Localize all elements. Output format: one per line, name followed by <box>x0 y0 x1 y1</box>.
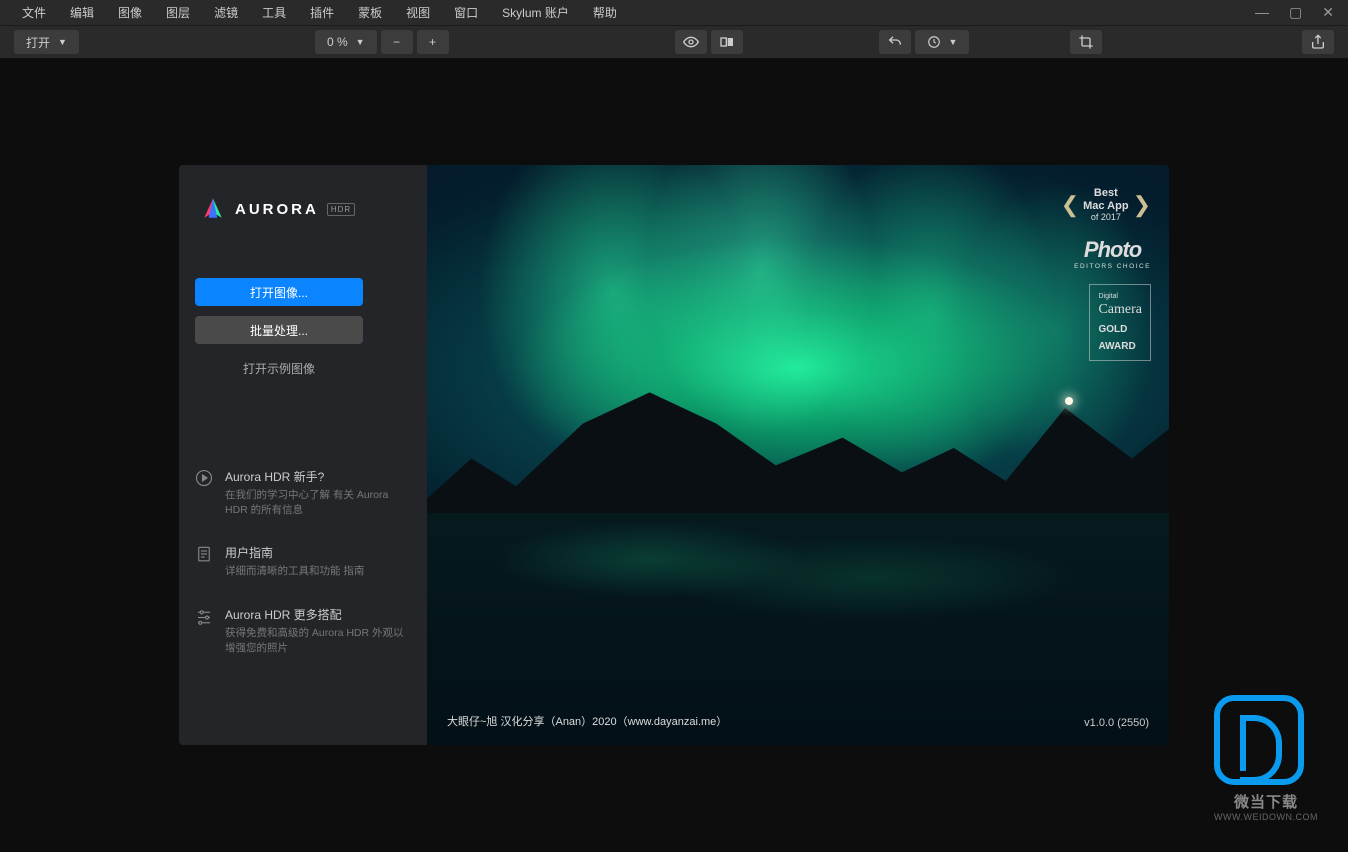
open-dropdown[interactable]: 打开 ▼ <box>14 30 79 54</box>
welcome-hero: ❮ Best Mac App of 2017 ❯ Photo EDITORS C… <box>427 165 1169 745</box>
compare-icon <box>719 34 735 50</box>
crop-button[interactable] <box>1070 30 1102 54</box>
zoom-in-button[interactable]: + <box>417 30 449 54</box>
zoom-label: 0 % <box>327 35 348 49</box>
menu-help[interactable]: 帮助 <box>581 0 629 25</box>
maximize-button[interactable]: ▢ <box>1285 2 1306 23</box>
watermark-logo-icon <box>1214 695 1304 785</box>
help-title: Aurora HDR 新手? <box>225 468 411 485</box>
chevron-down-icon: ▼ <box>356 37 365 47</box>
history-dropdown[interactable]: ▼ <box>915 30 970 54</box>
zoom-dropdown[interactable]: 0 % ▼ <box>315 30 377 54</box>
credit-text: 大眼仔~旭 汉化分享（Anan）2020（www.dayanzai.me） <box>447 713 727 729</box>
minimize-button[interactable]: — <box>1251 2 1273 23</box>
menu-tools[interactable]: 工具 <box>250 0 298 25</box>
chevron-down-icon: ▼ <box>58 37 67 47</box>
chevron-down-icon: ▼ <box>949 37 958 47</box>
app-name: AURORA <box>235 201 319 218</box>
app-logo: AURORA HDR <box>199 195 411 223</box>
hero-image <box>427 165 1169 745</box>
preview-button[interactable] <box>675 30 707 54</box>
help-title: Aurora HDR 更多搭配 <box>225 606 411 623</box>
plus-icon: + <box>429 35 436 49</box>
compare-button[interactable] <box>711 30 743 54</box>
welcome-left-panel: AURORA HDR 打开图像... 批量处理... 打开示例图像 Aurora… <box>179 165 427 745</box>
document-icon <box>195 545 213 563</box>
welcome-panel: AURORA HDR 打开图像... 批量处理... 打开示例图像 Aurora… <box>179 165 1169 745</box>
watermark-url: WWW.WEIDOWN.COM <box>1214 812 1318 822</box>
menu-layer[interactable]: 图层 <box>154 0 202 25</box>
help-more[interactable]: Aurora HDR 更多搭配 获得免费和高级的 Aurora HDR 外观以增… <box>195 606 411 656</box>
help-title: 用户指南 <box>225 544 364 561</box>
canvas-area: AURORA HDR 打开图像... 批量处理... 打开示例图像 Aurora… <box>0 60 1348 852</box>
menu-skylum[interactable]: Skylum 账户 <box>490 0 581 25</box>
laurel-left-icon: ❮ <box>1061 192 1079 218</box>
awards: ❮ Best Mac App of 2017 ❯ Photo EDITORS C… <box>1061 187 1151 361</box>
watermark-text: 微当下载 <box>1214 791 1318 812</box>
help-desc: 获得免费和高级的 Aurora HDR 外观以增强您的照片 <box>225 626 411 656</box>
logo-mark-icon <box>199 195 227 223</box>
batch-button[interactable]: 批量处理... <box>195 316 363 344</box>
close-button[interactable]: ✕ <box>1318 2 1338 23</box>
undo-button[interactable] <box>879 30 911 54</box>
app-badge: HDR <box>327 203 355 216</box>
open-image-button[interactable]: 打开图像... <box>195 278 363 306</box>
award-photo-editors: Photo EDITORS CHOICE <box>1074 237 1151 270</box>
watermark: 微当下载 WWW.WEIDOWN.COM <box>1214 695 1318 822</box>
award-best-mac-app: ❮ Best Mac App of 2017 ❯ <box>1061 187 1151 223</box>
sliders-icon <box>195 607 213 625</box>
undo-icon <box>887 34 903 50</box>
open-label: 打开 <box>26 34 50 51</box>
zoom-out-button[interactable]: − <box>381 30 413 54</box>
menu-edit[interactable]: 编辑 <box>58 0 106 25</box>
minus-icon: − <box>393 35 400 49</box>
menu-plugins[interactable]: 插件 <box>298 0 346 25</box>
laurel-right-icon: ❯ <box>1133 192 1151 218</box>
crop-icon <box>1078 34 1094 50</box>
help-desc: 在我们的学习中心了解 有关 Aurora HDR 的所有信息 <box>225 488 411 518</box>
help-newbie[interactable]: Aurora HDR 新手? 在我们的学习中心了解 有关 Aurora HDR … <box>195 468 411 518</box>
export-button[interactable] <box>1302 30 1334 54</box>
award-camera-gold: Digital Camera GOLD AWARD <box>1089 284 1151 361</box>
help-section: Aurora HDR 新手? 在我们的学习中心了解 有关 Aurora HDR … <box>195 468 411 682</box>
menu-view[interactable]: 视图 <box>394 0 442 25</box>
clock-icon <box>927 35 941 49</box>
window-controls: — ▢ ✕ <box>1251 2 1338 23</box>
share-icon <box>1310 34 1326 50</box>
menu-file[interactable]: 文件 <box>10 0 58 25</box>
menubar: 文件 编辑 图像 图层 滤镜 工具 插件 蒙板 视图 窗口 Skylum 账户 … <box>0 0 1348 25</box>
menu-filter[interactable]: 滤镜 <box>202 0 250 25</box>
menu-image[interactable]: 图像 <box>106 0 154 25</box>
open-example-link[interactable]: 打开示例图像 <box>195 354 363 383</box>
version-text: v1.0.0 (2550) <box>1084 717 1149 729</box>
menu-window[interactable]: 窗口 <box>442 0 490 25</box>
toolbar: 打开 ▼ 0 % ▼ − + ▼ <box>0 25 1348 58</box>
help-desc: 详细而清晰的工具和功能 指南 <box>225 564 364 579</box>
play-icon <box>195 469 213 487</box>
help-guide[interactable]: 用户指南 详细而清晰的工具和功能 指南 <box>195 544 411 579</box>
menu-mask[interactable]: 蒙板 <box>346 0 394 25</box>
eye-icon <box>683 34 699 50</box>
